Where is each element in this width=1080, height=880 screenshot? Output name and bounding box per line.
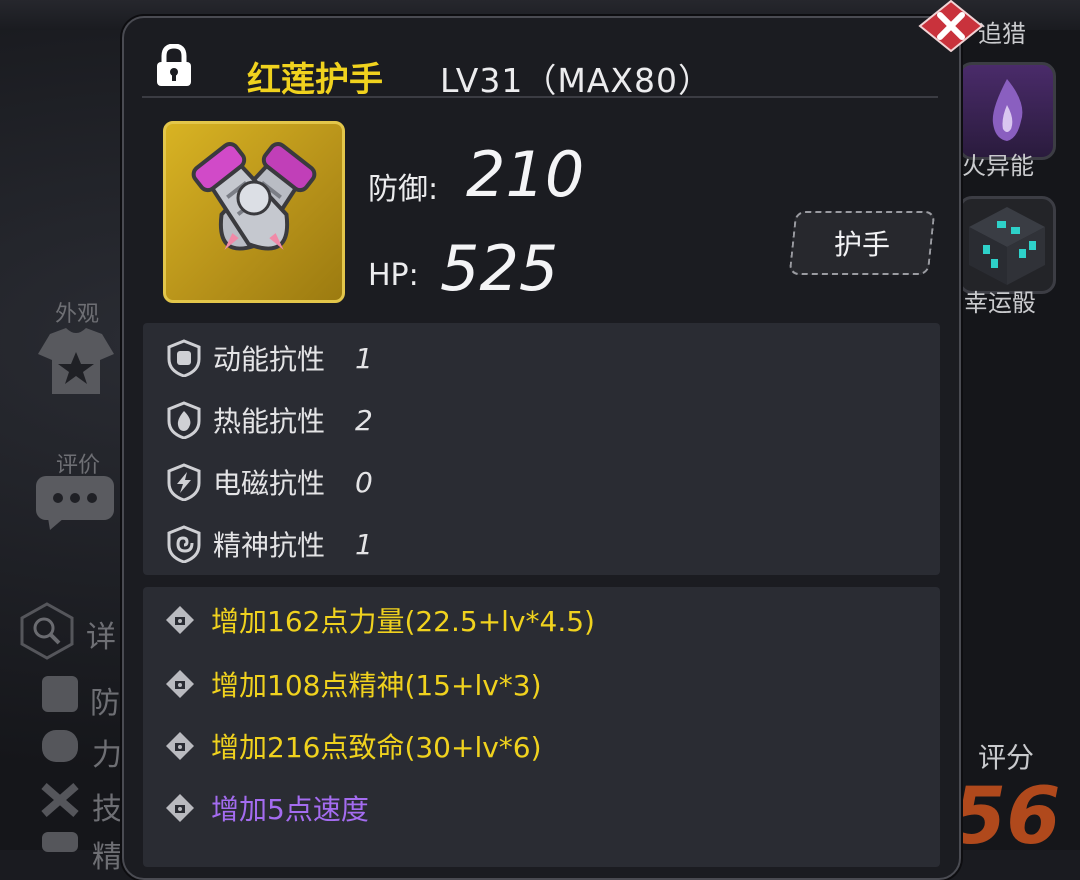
lucky-dice-tile[interactable] bbox=[958, 196, 1056, 294]
defense-icon bbox=[42, 676, 78, 712]
fist-shield-icon bbox=[167, 339, 201, 377]
hp-label: HP: bbox=[368, 258, 419, 293]
resistance-section: 动能抗性 1 热能抗性 2 电磁抗性 0 精神抗性 1 bbox=[143, 323, 940, 575]
item-portrait bbox=[163, 121, 345, 303]
hunt-label: 追猎 bbox=[978, 20, 1026, 48]
shirt-icon[interactable] bbox=[36, 326, 116, 398]
resistance-name: 电磁抗性 bbox=[213, 467, 326, 500]
appearance-label: 外观 bbox=[55, 302, 100, 327]
crossed-gauntlets-icon bbox=[191, 142, 317, 251]
fist-icon bbox=[42, 730, 78, 762]
bonus-text: 增加162点力量(22.5+lv*4.5) bbox=[211, 605, 595, 638]
hp-value: 525 bbox=[440, 232, 559, 305]
side-stat-power: 力 bbox=[92, 738, 122, 773]
bonus-text: 增加5点速度 bbox=[211, 793, 369, 826]
resistance-name: 动能抗性 bbox=[213, 343, 326, 376]
resistance-value: 2 bbox=[355, 403, 373, 437]
purple-flame-icon bbox=[992, 79, 1023, 141]
bonus-text: 增加216点致命(30+lv*6) bbox=[211, 731, 542, 764]
side-stat-spirit: 精 bbox=[92, 840, 122, 875]
bonus-diamond-icon bbox=[166, 794, 194, 822]
bonus-row: 增加216点致命(30+lv*6) bbox=[165, 721, 542, 771]
bonus-text: 增加108点精神(15+lv*3) bbox=[211, 669, 542, 702]
bonus-section: 增加162点力量(22.5+lv*4.5) 增加108点精神(15+lv*3) … bbox=[143, 587, 940, 867]
resistance-value: 0 bbox=[355, 465, 373, 499]
bonus-diamond-icon bbox=[166, 670, 194, 698]
chat-bubble-icon[interactable] bbox=[34, 474, 116, 532]
score-label: 评分 bbox=[978, 741, 1035, 774]
detail-label: 详 bbox=[86, 620, 116, 655]
item-type-button[interactable]: 护手 bbox=[788, 211, 936, 275]
flame-shield-icon bbox=[167, 401, 201, 439]
resistance-value: 1 bbox=[355, 527, 373, 561]
title-divider bbox=[142, 96, 938, 98]
spirit-icon bbox=[42, 832, 78, 852]
bonus-row: 增加5点速度 bbox=[165, 783, 369, 833]
bonus-row: 增加108点精神(15+lv*3) bbox=[165, 659, 542, 709]
search-icon[interactable] bbox=[18, 602, 76, 660]
resistance-row: 热能抗性 2 bbox=[165, 395, 373, 445]
defense-label: 防御: bbox=[368, 172, 439, 207]
bonus-diamond-icon bbox=[166, 732, 194, 760]
item-type-label: 护手 bbox=[833, 228, 890, 261]
resistance-value: 1 bbox=[355, 341, 373, 375]
lock-icon[interactable] bbox=[156, 44, 192, 88]
bonus-row: 增加162点力量(22.5+lv*4.5) bbox=[165, 595, 595, 645]
lucky-dice-label: 幸运骰 bbox=[964, 289, 1036, 317]
resistance-name: 精神抗性 bbox=[213, 529, 326, 562]
bonus-diamond-icon bbox=[166, 606, 194, 634]
fire-ability-label: 火异能 bbox=[962, 152, 1034, 180]
side-stat-defense: 防 bbox=[90, 686, 120, 721]
spiral-shield-icon bbox=[167, 525, 201, 563]
close-icon[interactable] bbox=[918, 0, 984, 52]
dice-icon bbox=[969, 207, 1045, 285]
resistance-row: 动能抗性 1 bbox=[165, 333, 373, 383]
item-level: LV31（MAX80） bbox=[440, 61, 712, 100]
resistance-name: 热能抗性 bbox=[213, 405, 326, 438]
score-value: 56 bbox=[952, 772, 1061, 862]
resistance-row: 电磁抗性 0 bbox=[165, 457, 373, 507]
side-stat-skill: 技 bbox=[92, 792, 122, 827]
crossed-tools-icon bbox=[41, 782, 79, 818]
lightning-shield-icon bbox=[167, 463, 201, 501]
item-name: 红莲护手 bbox=[247, 60, 383, 100]
resistance-row: 精神抗性 1 bbox=[165, 519, 373, 569]
defense-value: 210 bbox=[466, 138, 585, 211]
